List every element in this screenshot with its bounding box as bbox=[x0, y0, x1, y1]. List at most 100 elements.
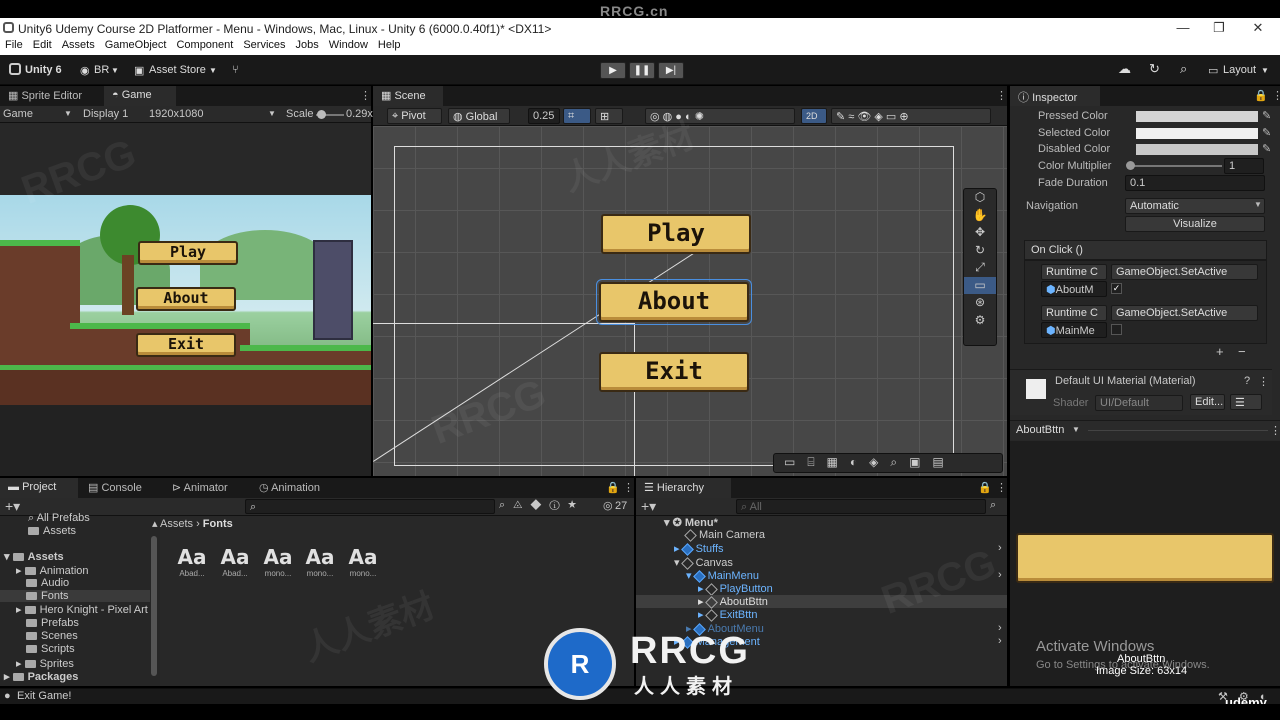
pressed-color-swatch[interactable] bbox=[1136, 111, 1258, 122]
tree-item-assets-fav[interactable]: Assets bbox=[28, 525, 76, 537]
multiplier-slider-handle[interactable] bbox=[1126, 161, 1135, 170]
tree-item-assets[interactable]: ▾ Assets bbox=[4, 550, 64, 563]
hierarchy-item[interactable]: Main Camera bbox=[684, 528, 765, 542]
more-menu-icon[interactable]: ⋮ bbox=[1270, 424, 1280, 437]
tab-scene[interactable]: ▦ Scene bbox=[373, 86, 443, 106]
account-icon[interactable]: ◉ bbox=[80, 64, 90, 77]
tab-console[interactable]: ▤ Console bbox=[80, 478, 150, 498]
project-filter-icons[interactable]: ⌕◬◆ⓘ★ bbox=[499, 499, 585, 512]
font-asset[interactable]: Aa mono... bbox=[343, 545, 383, 578]
more-menu-icon[interactable]: ⋮ bbox=[1264, 86, 1280, 106]
ui-toolkit-overlay[interactable]: ▭⌸▦◐◈⌕▣▤ bbox=[773, 453, 1003, 473]
more-menu-icon[interactable]: ⋮ bbox=[988, 478, 1015, 498]
tree-item-fonts[interactable]: Fonts bbox=[0, 590, 150, 602]
close-button[interactable]: ✕ bbox=[1243, 20, 1273, 36]
project-search-input[interactable]: ⌕ bbox=[245, 499, 495, 514]
event-0-function-dropdown[interactable]: GameObject.SetActive bbox=[1111, 264, 1258, 280]
asset-store-button[interactable]: Asset Store bbox=[149, 64, 206, 76]
tree-item-all-prefabs[interactable]: ⌕ All Prefabs bbox=[28, 512, 90, 525]
hand-tool-icon[interactable]: ✋ bbox=[964, 207, 996, 225]
tree-item-animation[interactable]: ▸ Animation bbox=[16, 564, 89, 577]
tab-animator[interactable]: ⊳ Animator bbox=[164, 478, 236, 498]
add-event-button[interactable]: + bbox=[1216, 344, 1224, 359]
more-menu-icon[interactable]: ⋮ bbox=[1258, 375, 1269, 388]
multiplier-slider[interactable] bbox=[1130, 165, 1222, 167]
remove-event-button[interactable]: − bbox=[1238, 344, 1246, 359]
scene-about-button[interactable]: About bbox=[596, 279, 752, 325]
tab-project[interactable]: ▬ Project bbox=[0, 478, 78, 498]
preview-object-dropdown[interactable]: AboutBttn bbox=[1016, 424, 1064, 436]
display-mode-dropdown[interactable]: Game bbox=[3, 108, 33, 120]
menu-jobs[interactable]: Jobs bbox=[291, 38, 324, 55]
version-control-icon[interactable]: ⑂ bbox=[232, 64, 239, 76]
tree-item-sprites[interactable]: ▸ Sprites bbox=[16, 657, 74, 670]
step-button[interactable]: ▶| bbox=[658, 62, 684, 79]
tree-scrollbar[interactable] bbox=[151, 536, 157, 676]
tree-item-hero-knight[interactable]: ▸ Hero Knight - Pixel Art bbox=[16, 603, 148, 616]
grid-snap-icon[interactable]: ⌗ bbox=[563, 108, 591, 124]
menu-help[interactable]: Help bbox=[373, 38, 406, 55]
font-asset[interactable]: Aa Abad... bbox=[172, 545, 212, 578]
event-0-object-field[interactable]: ⬢AboutM bbox=[1041, 281, 1107, 297]
hierarchy-item[interactable]: ▸ ExitBttn bbox=[698, 608, 757, 622]
event-1-function-dropdown[interactable]: GameObject.SetActive bbox=[1111, 305, 1258, 321]
rotate-tool-icon[interactable]: ↻ bbox=[964, 242, 996, 260]
navigation-dropdown[interactable]: Automatic bbox=[1125, 198, 1265, 214]
hierarchy-item-scene[interactable]: ▾ ✪ Menu* bbox=[664, 516, 718, 529]
pause-button[interactable]: ❚❚ bbox=[629, 62, 655, 79]
pivot-dropdown[interactable]: ⌖ Pivot bbox=[387, 108, 442, 124]
layout-dropdown[interactable]: Layout bbox=[1223, 64, 1256, 76]
hierarchy-search-input[interactable]: ⌕ All bbox=[736, 499, 986, 514]
rect-tool-icon[interactable]: ▭ bbox=[964, 276, 996, 294]
game-exit-button[interactable]: Exit bbox=[136, 333, 236, 357]
tab-game[interactable]: ◓ Game bbox=[104, 86, 176, 106]
chevron-right-icon[interactable]: › bbox=[998, 542, 1002, 554]
menu-gameobject[interactable]: GameObject bbox=[100, 38, 172, 55]
global-dropdown[interactable]: ◍ Global bbox=[448, 108, 510, 124]
hierarchy-item[interactable]: ▾ MainMenu bbox=[686, 569, 759, 583]
history-icon[interactable]: ↻ bbox=[1149, 61, 1160, 77]
scene-exit-button[interactable]: Exit bbox=[599, 352, 749, 392]
menu-component[interactable]: Component bbox=[171, 38, 238, 55]
tree-item-prefabs[interactable]: Prefabs bbox=[26, 617, 79, 629]
hidden-count-icon[interactable]: ◎ bbox=[603, 499, 613, 512]
hierarchy-item[interactable]: ▸ Stuffs bbox=[674, 542, 724, 556]
breadcrumb-assets[interactable]: Assets bbox=[160, 518, 193, 530]
hierarchy-item[interactable]: ▸ PlayButton bbox=[698, 582, 773, 596]
search-icon[interactable]: ⌕ bbox=[1180, 61, 1187, 77]
disabled-color-swatch[interactable] bbox=[1136, 144, 1258, 155]
tab-inspector[interactable]: ⓘ Inspector bbox=[1010, 86, 1100, 106]
chevron-right-icon[interactable]: › bbox=[998, 635, 1002, 647]
move-tool-icon[interactable]: ✥ bbox=[964, 224, 996, 242]
custom-tool-icon[interactable]: ⚙ bbox=[964, 312, 996, 330]
menu-edit[interactable]: Edit bbox=[28, 38, 57, 55]
game-about-button[interactable]: About bbox=[136, 287, 236, 311]
shader-edit-button[interactable]: Edit... bbox=[1190, 394, 1225, 410]
event-1-object-field[interactable]: ⬢MainMe bbox=[1041, 322, 1107, 338]
visualize-button[interactable]: Visualize bbox=[1125, 216, 1265, 232]
tree-item-packages[interactable]: ▸ Packages bbox=[4, 670, 78, 683]
tree-item-audio[interactable]: Audio bbox=[26, 577, 69, 589]
scale-slider-handle[interactable] bbox=[317, 110, 326, 119]
scene-visibility-toolbar[interactable]: ✎ ≈ 👁 ◈ ▭ ⊕ bbox=[831, 108, 991, 124]
scene-play-button[interactable]: Play bbox=[601, 214, 751, 254]
game-play-button[interactable]: Play bbox=[138, 241, 238, 265]
create-asset-button[interactable]: +▾ bbox=[5, 498, 20, 515]
font-asset[interactable]: Aa mono... bbox=[258, 545, 298, 578]
eyedropper-icon[interactable]: ✎ bbox=[1262, 142, 1271, 155]
minimize-button[interactable]: — bbox=[1168, 20, 1198, 35]
snap-increment-field[interactable]: 0.25 bbox=[528, 108, 560, 124]
eyedropper-icon[interactable]: ✎ bbox=[1262, 109, 1271, 122]
create-object-button[interactable]: +▾ bbox=[641, 498, 656, 515]
selected-color-swatch[interactable] bbox=[1136, 128, 1258, 139]
2d-toggle[interactable]: 2D bbox=[801, 108, 827, 124]
tab-hierarchy[interactable]: ☰ Hierarchy bbox=[636, 478, 731, 498]
shader-dropdown[interactable]: UI/Default bbox=[1095, 395, 1183, 411]
help-icon[interactable]: ? bbox=[1244, 375, 1250, 387]
event-0-mode-dropdown[interactable]: Runtime C bbox=[1041, 264, 1107, 280]
display-dropdown[interactable]: Display 1 bbox=[83, 108, 128, 120]
fade-duration-field[interactable]: 0.1 bbox=[1125, 175, 1265, 191]
event-0-checkbox[interactable]: ✓ bbox=[1111, 283, 1122, 294]
event-1-mode-dropdown[interactable]: Runtime C bbox=[1041, 305, 1107, 321]
multiplier-field[interactable]: 1 bbox=[1224, 158, 1264, 174]
